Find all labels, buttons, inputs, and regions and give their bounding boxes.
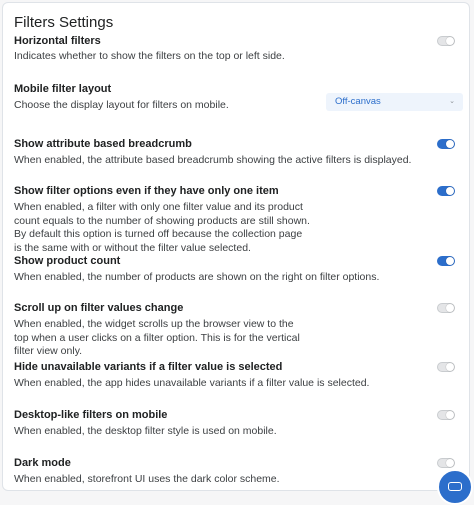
setting-show-single-option: Show filter options even if they have on…	[14, 184, 464, 255]
setting-title: Horizontal filters	[14, 35, 101, 47]
setting-dark-mode: Dark mode When enabled, storefront UI us…	[14, 456, 464, 487]
horizontal-filters-toggle[interactable]	[437, 36, 455, 46]
toggle-knob	[446, 363, 454, 371]
setting-description: When enabled, the number of products are…	[14, 271, 380, 283]
setting-horizontal-filters: Horizontal filters Indicates whether to …	[14, 34, 464, 64]
setting-title: Show filter options even if they have on…	[14, 185, 279, 197]
toggle-knob	[446, 257, 454, 265]
toggle-knob	[446, 37, 454, 45]
attribute-breadcrumb-toggle[interactable]	[437, 139, 455, 149]
show-product-count-toggle[interactable]	[437, 256, 455, 266]
select-value: Off-canvas	[335, 96, 381, 107]
toggle-knob	[446, 411, 454, 419]
setting-description: When enabled, storefront UI uses the dar…	[14, 473, 280, 485]
filters-settings-card: Filters Settings Horizontal filters Indi…	[2, 2, 470, 491]
setting-title: Show attribute based breadcrumb	[14, 138, 192, 150]
show-single-option-toggle[interactable]	[437, 186, 455, 196]
setting-scroll-up: Scroll up on filter values change When e…	[14, 301, 464, 359]
setting-description: When enabled, the app hides unavailable …	[14, 377, 370, 389]
setting-description: Indicates whether to show the filters on…	[14, 50, 285, 62]
page-title: Filters Settings	[14, 14, 114, 31]
setting-title: Scroll up on filter values change	[14, 302, 184, 314]
chat-icon	[448, 482, 462, 491]
setting-title: Show product count	[14, 255, 121, 267]
mobile-filter-layout-select[interactable]: Off-canvas ⌄	[326, 93, 463, 111]
scroll-up-toggle[interactable]	[437, 303, 455, 313]
desktop-like-mobile-toggle[interactable]	[437, 410, 455, 420]
setting-show-product-count: Show product count When enabled, the num…	[14, 254, 464, 285]
setting-title: Dark mode	[14, 457, 71, 469]
setting-description: Choose the display layout for filters on…	[14, 99, 229, 111]
setting-hide-unavailable-variants: Hide unavailable variants if a filter va…	[14, 360, 464, 391]
setting-description: When enabled, the widget scrolls up the …	[14, 318, 300, 357]
toggle-knob	[446, 459, 454, 467]
setting-attribute-breadcrumb: Show attribute based breadcrumb When ena…	[14, 137, 464, 168]
toggle-knob	[446, 187, 454, 195]
toggle-knob	[446, 304, 454, 312]
setting-title: Hide unavailable variants if a filter va…	[14, 361, 283, 373]
setting-description: When enabled, the desktop filter style i…	[14, 425, 277, 437]
setting-description: When enabled, a filter with only one fil…	[14, 201, 310, 254]
toggle-knob	[446, 140, 454, 148]
hide-unavailable-variants-toggle[interactable]	[437, 362, 455, 372]
dark-mode-toggle[interactable]	[437, 458, 455, 468]
setting-description: When enabled, the attribute based breadc…	[14, 154, 412, 166]
chevron-down-icon: ⌄	[449, 98, 455, 105]
setting-desktop-like-mobile: Desktop-like filters on mobile When enab…	[14, 408, 464, 439]
setting-title: Desktop-like filters on mobile	[14, 409, 168, 421]
chat-launcher-button[interactable]	[437, 469, 473, 505]
